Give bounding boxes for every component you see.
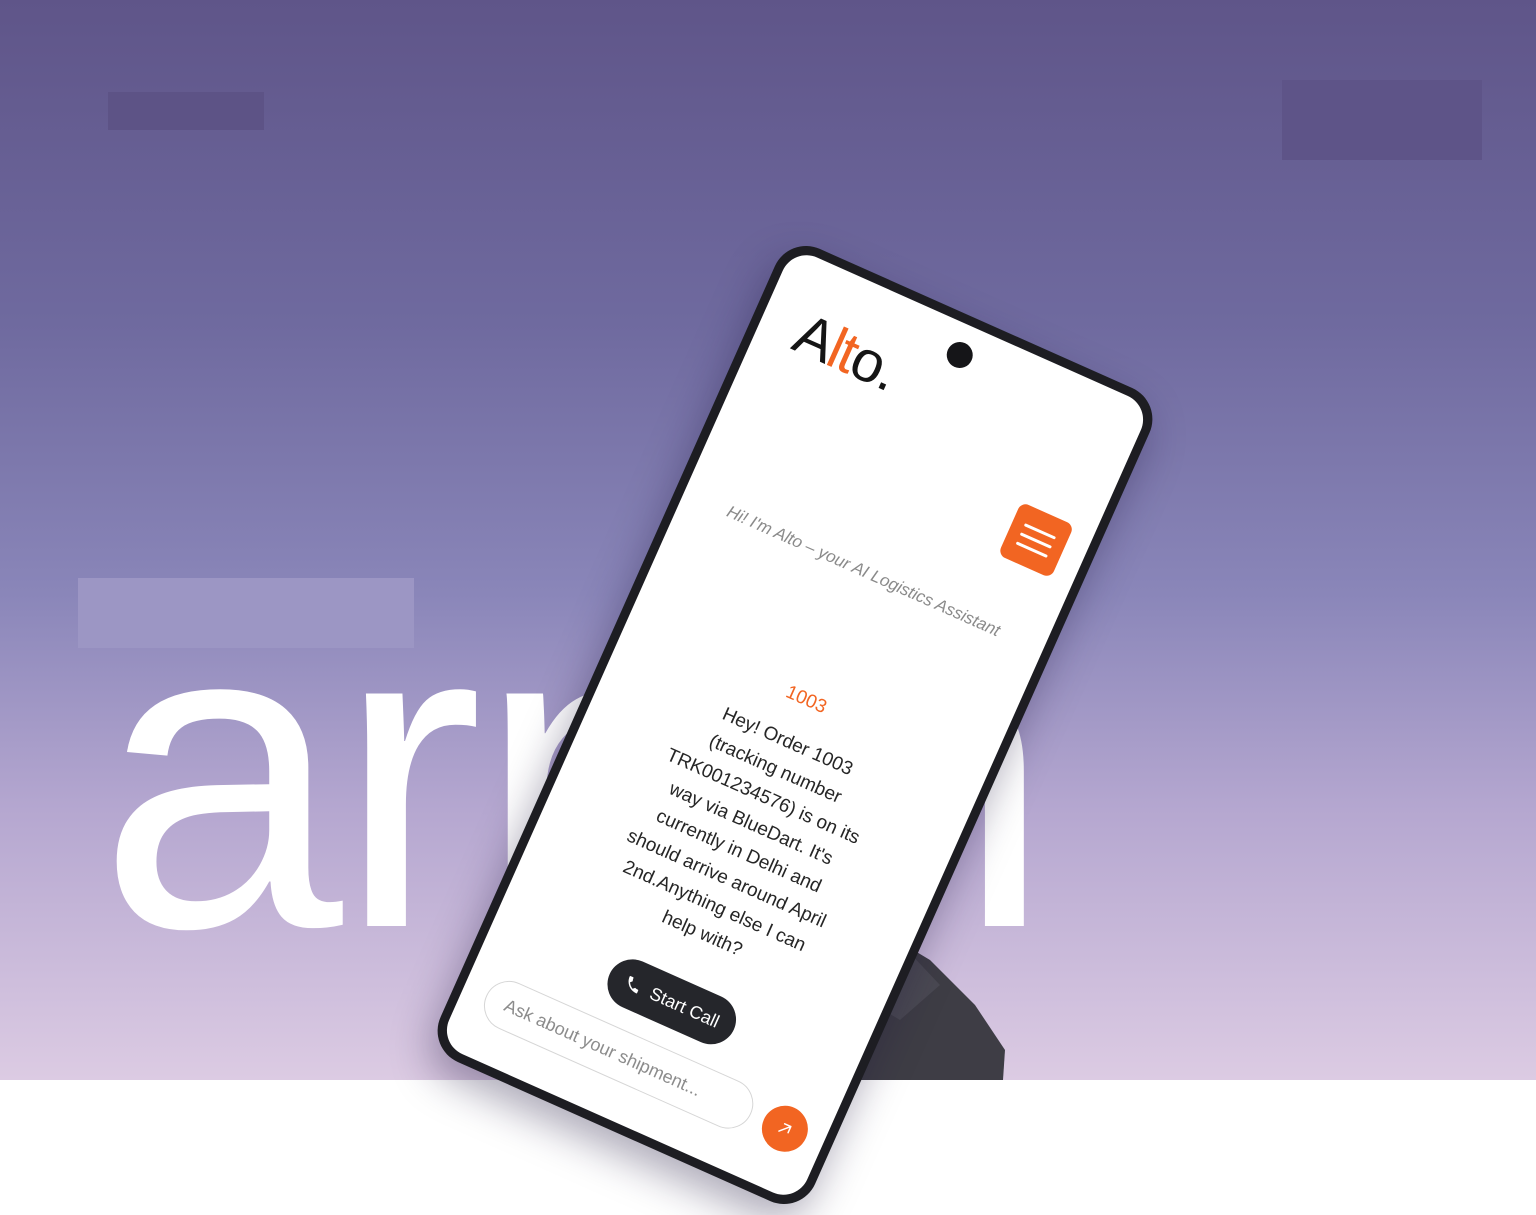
arrow-up-right-icon — [778, 1123, 792, 1134]
phone-icon — [628, 976, 639, 994]
assistant-greeting: Hi! I'm Alto – your AI Logistics Assista… — [723, 501, 1004, 641]
menu-button[interactable] — [997, 501, 1075, 579]
alto-logo: Alto. — [784, 301, 907, 404]
front-camera — [942, 337, 977, 373]
start-call-label: Start Call — [646, 982, 723, 1032]
send-button[interactable] — [754, 1098, 816, 1160]
